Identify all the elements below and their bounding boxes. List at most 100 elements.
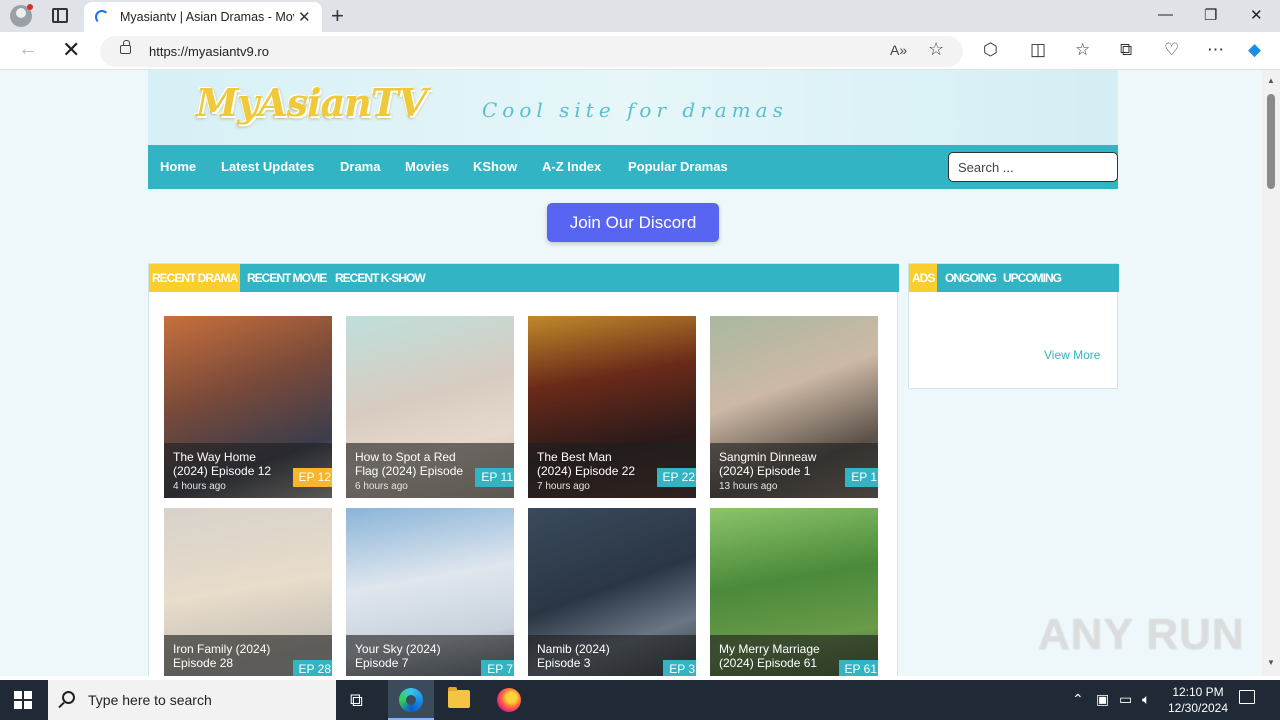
copilot-icon[interactable]: ◆ bbox=[1248, 40, 1261, 60]
browser-tab-bar: Myasiantv | Asian Dramas - Movies ✕ + — … bbox=[0, 0, 1280, 32]
system-clock[interactable]: 12:10 PM 12/30/2024 bbox=[1163, 684, 1233, 716]
edge-icon bbox=[399, 688, 423, 712]
nav-movies[interactable]: Movies bbox=[405, 159, 449, 174]
search-icon bbox=[62, 691, 75, 704]
network-icon[interactable]: ▭ bbox=[1119, 691, 1132, 708]
tab-title: Myasiantv | Asian Dramas - Movies bbox=[120, 10, 294, 24]
site-banner: MyAsianTV Cool site for dramas bbox=[148, 70, 1118, 145]
drama-card[interactable]: Sangmin Dinneaw (2024) Episode 1 13 hour… bbox=[710, 316, 878, 498]
edge-taskbar-button[interactable] bbox=[388, 680, 434, 720]
file-explorer-icon[interactable] bbox=[448, 687, 470, 708]
card-title[interactable]: Your Sky (2024) Episode 7 bbox=[355, 642, 467, 670]
nav-latest-updates[interactable]: Latest Updates bbox=[221, 159, 314, 174]
side-tabs: ADS ONGOING UPCOMING bbox=[909, 264, 1119, 292]
drama-card[interactable]: Your Sky (2024) Episode 7 EP 7 bbox=[346, 508, 514, 676]
tab-recent-movie[interactable]: RECENT MOVIE bbox=[247, 264, 327, 292]
drama-card[interactable]: My Merry Marriage (2024) Episode 61 EP 6… bbox=[710, 508, 878, 676]
page-scrollbar[interactable]: ▲ ▼ bbox=[1262, 70, 1280, 676]
stop-loading-icon[interactable]: ✕ bbox=[62, 37, 80, 63]
drama-card[interactable]: The Best Man (2024) Episode 22 7 hours a… bbox=[528, 316, 696, 498]
episode-badge: EP 7 bbox=[481, 660, 514, 676]
address-bar[interactable]: https://myasiantv9.ro A» ☆ bbox=[100, 36, 963, 67]
card-title[interactable]: My Merry Marriage (2024) Episode 61 bbox=[719, 642, 831, 670]
tab-upcoming[interactable]: UPCOMING bbox=[1003, 264, 1062, 292]
card-title[interactable]: How to Spot a Red Flag (2024) Episode 11 bbox=[355, 450, 467, 478]
url-text[interactable]: https://myasiantv9.ro bbox=[149, 44, 269, 59]
card-time: 4 hours ago bbox=[173, 481, 226, 492]
search-input[interactable]: Search ... bbox=[948, 152, 1118, 182]
new-tab-button[interactable]: + bbox=[331, 3, 344, 29]
taskbar-search-text[interactable]: Type here to search bbox=[88, 692, 212, 708]
tab-close-icon[interactable]: ✕ bbox=[298, 8, 311, 26]
lock-icon[interactable] bbox=[120, 40, 131, 54]
drama-card[interactable]: How to Spot a Red Flag (2024) Episode 11… bbox=[346, 316, 514, 498]
episode-badge: EP 11 bbox=[475, 468, 514, 487]
tab-ads[interactable]: ADS bbox=[909, 264, 938, 292]
card-title[interactable]: The Way Home (2024) Episode 12 bbox=[173, 450, 285, 478]
split-screen-icon[interactable]: ◫ bbox=[1030, 40, 1046, 60]
show-hidden-icons-icon[interactable]: ⌃ bbox=[1072, 691, 1084, 708]
card-time: 6 hours ago bbox=[355, 481, 408, 492]
side-panel: ADS ONGOING UPCOMING View More bbox=[908, 263, 1119, 389]
scroll-down-icon[interactable]: ▼ bbox=[1267, 658, 1275, 667]
task-view-icon[interactable]: ⧉ bbox=[350, 690, 363, 711]
clock-date: 12/30/2024 bbox=[1167, 701, 1229, 715]
nav-drama[interactable]: Drama bbox=[340, 159, 380, 174]
episode-badge: EP 61 bbox=[838, 660, 878, 676]
anyrun-watermark: ANY RUN bbox=[1038, 610, 1245, 659]
card-title[interactable]: The Best Man (2024) Episode 22 bbox=[537, 450, 649, 478]
windows-start-icon[interactable] bbox=[14, 691, 32, 709]
maximize-button[interactable]: ❐ bbox=[1204, 6, 1217, 24]
browser-tab[interactable]: Myasiantv | Asian Dramas - Movies ✕ bbox=[84, 2, 322, 32]
nav-popular-dramas[interactable]: Popular Dramas bbox=[628, 159, 728, 174]
volume-icon[interactable]: 🔈︎ bbox=[1142, 691, 1150, 708]
card-title[interactable]: Iron Family (2024) Episode 28 bbox=[173, 642, 285, 670]
nav-home[interactable]: Home bbox=[160, 159, 196, 174]
browser-toolbar: ← ✕ https://myasiantv9.ro A» ☆ ⬡ ◫ ☆ ⧉ ♡… bbox=[0, 32, 1280, 70]
drama-card[interactable]: The Way Home (2024) Episode 12 4 hours a… bbox=[164, 316, 332, 498]
favorites-icon[interactable]: ☆ bbox=[1075, 40, 1090, 60]
favorite-star-icon[interactable]: ☆ bbox=[928, 39, 944, 60]
extensions-icon[interactable]: ⬡ bbox=[983, 40, 998, 60]
tab-recent-drama[interactable]: RECENT DRAMA bbox=[149, 264, 241, 292]
loading-spinner-icon bbox=[95, 10, 109, 24]
firefox-icon[interactable] bbox=[497, 688, 521, 712]
view-more-link[interactable]: View More bbox=[1044, 348, 1100, 362]
read-aloud-icon[interactable]: A» bbox=[890, 42, 907, 58]
site-tagline: Cool site for dramas bbox=[482, 98, 788, 122]
collections-icon[interactable]: ⧉ bbox=[1120, 40, 1132, 60]
more-options-icon[interactable]: ⋯ bbox=[1207, 40, 1224, 60]
episode-badge: EP 3 bbox=[663, 660, 696, 676]
windows-taskbar: Type here to search ⧉ ⌃ ▣ ▭ 🔈︎ 12:10 PM … bbox=[0, 680, 1280, 720]
close-window-button[interactable]: ✕ bbox=[1250, 6, 1263, 24]
episode-badge: EP 1 bbox=[845, 468, 878, 487]
card-title[interactable]: Sangmin Dinneaw (2024) Episode 1 bbox=[719, 450, 831, 478]
clock-time: 12:10 PM bbox=[1172, 685, 1224, 699]
card-title[interactable]: Namib (2024) Episode 3 bbox=[537, 642, 649, 670]
tab-actions-icon[interactable] bbox=[52, 8, 68, 23]
browser-essentials-icon[interactable]: ♡ bbox=[1164, 40, 1179, 60]
nav-a-z-index[interactable]: A-Z Index bbox=[542, 159, 601, 174]
scroll-thumb[interactable] bbox=[1267, 94, 1275, 189]
main-navigation: Home Latest Updates Drama Movies KShow A… bbox=[148, 145, 1118, 189]
drama-card[interactable]: Namib (2024) Episode 3 EP 3 bbox=[528, 508, 696, 676]
minimize-button[interactable]: — bbox=[1158, 6, 1173, 23]
back-arrow-icon[interactable]: ← bbox=[18, 38, 38, 61]
recent-tabs: RECENT DRAMA RECENT MOVIE RECENT K-SHOW bbox=[149, 264, 899, 292]
episode-badge: EP 12 bbox=[292, 468, 332, 487]
episode-badge: EP 22 bbox=[656, 468, 696, 487]
drama-card[interactable]: Iron Family (2024) Episode 28 EP 28 bbox=[164, 508, 332, 676]
device-icon[interactable]: ▣ bbox=[1096, 691, 1109, 708]
tab-ongoing[interactable]: ONGOING bbox=[945, 264, 997, 292]
join-discord-button[interactable]: Join Our Discord bbox=[547, 203, 719, 242]
notification-center-icon[interactable] bbox=[1239, 690, 1255, 704]
web-page: MyAsianTV Cool site for dramas Home Late… bbox=[0, 70, 1262, 676]
site-logo[interactable]: MyAsianTV bbox=[196, 80, 427, 125]
tab-recent-kshow[interactable]: RECENT K-SHOW bbox=[335, 264, 426, 292]
nav-kshow[interactable]: KShow bbox=[473, 159, 517, 174]
scroll-up-icon[interactable]: ▲ bbox=[1267, 76, 1275, 85]
notification-dot-icon bbox=[27, 4, 33, 10]
recent-content-panel: RECENT DRAMA RECENT MOVIE RECENT K-SHOW … bbox=[148, 263, 899, 676]
episode-badge: EP 28 bbox=[292, 660, 332, 676]
taskbar-search-box[interactable]: Type here to search bbox=[48, 680, 336, 720]
